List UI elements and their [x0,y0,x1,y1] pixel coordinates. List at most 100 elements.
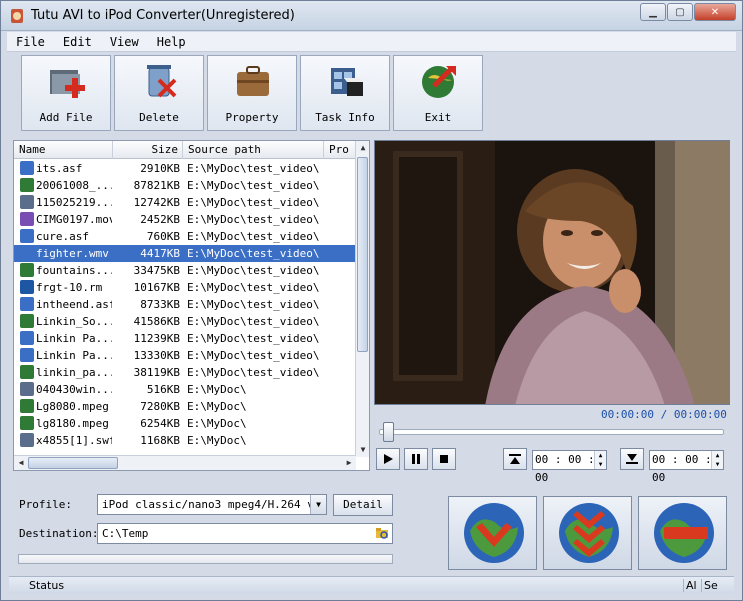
detail-button[interactable]: Detail [333,494,393,516]
chevron-down-icon[interactable]: ▼ [310,495,326,514]
file-size: 760KB [146,230,180,243]
table-row[interactable]: CIMG0197.mov 2452KB E:\MyDoc\test_video\ [14,211,356,228]
minimize-button[interactable]: ▁ [640,3,666,21]
file-source-path: E:\MyDoc\ [187,400,247,413]
exit-label: Exit [424,111,452,124]
pause-button[interactable] [404,448,428,470]
table-row[interactable]: intheend.asf 8733KB E:\MyDoc\test_video\ [14,296,356,313]
set-start-button[interactable] [503,448,527,470]
file-size: 41586KB [133,315,180,328]
table-row[interactable]: fighter.wmv 4417KB E:\MyDoc\test_video\ [14,245,356,262]
browse-folder-icon[interactable] [375,526,389,540]
file-name: its.asf [36,162,83,175]
file-source-path: E:\MyDoc\test_video\ [187,196,320,209]
status-panel-1: Al [683,579,703,592]
menu-edit[interactable]: Edit [54,35,101,49]
convert-all-button[interactable] [543,496,632,570]
table-row[interactable]: frgt-10.rm 10167KB E:\MyDoc\test_video\ [14,279,356,296]
table-row[interactable]: Linkin Pa... 13330KB E:\MyDoc\test_video\ [14,347,356,364]
table-row[interactable]: 20061008_... 87821KB E:\MyDoc\test_video\ [14,177,356,194]
file-name: linkin_pa... [36,366,112,379]
vertical-scroll-thumb[interactable] [357,157,368,352]
menu-help[interactable]: Help [148,35,195,49]
convert-button[interactable] [448,496,537,570]
property-icon [237,66,269,96]
file-name: intheend.asf [36,298,112,311]
close-button[interactable]: ✕ [694,3,736,21]
task-info-icon [331,68,363,96]
delete-icon [147,65,177,98]
wmv-file-icon [20,348,34,362]
qt-file-icon [20,382,34,396]
stop-convert-button[interactable] [638,496,727,570]
delete-label: Delete [139,111,179,124]
table-row[interactable]: 115025219... 12742KB E:\MyDoc\test_video\ [14,194,356,211]
scroll-left-icon[interactable]: ◀ [14,456,28,470]
scroll-down-icon[interactable]: ▼ [356,443,369,457]
rm-file-icon [20,263,34,277]
property-label: Property [225,111,279,124]
file-rows: its.asf 2910KB E:\MyDoc\test_video\ 2006100… [14,160,356,449]
close-icon: ✕ [710,6,720,18]
file-size: 12742KB [133,196,180,209]
stop-button[interactable] [432,448,456,470]
horizontal-scrollbar[interactable]: ◀ ▶ [14,455,356,470]
column-header-source-path[interactable]: Source path [183,141,324,159]
destination-field[interactable]: C:\Temp [97,523,393,544]
end-time-field[interactable]: 00 : 00 : 00 ▲ ▼ [649,450,724,484]
property-button[interactable]: Property [207,55,297,131]
task-info-button[interactable]: Task Info [300,55,390,131]
table-row[interactable]: x4855[1].swf 1168KB E:\MyDoc\ [14,432,356,449]
table-row[interactable]: its.asf 2910KB E:\MyDoc\test_video\ [14,160,356,177]
file-name: 040430win... [36,383,112,396]
play-button[interactable] [376,448,400,470]
vertical-scrollbar[interactable]: ▲ ▼ [355,141,369,457]
file-size: 516KB [146,383,180,396]
scroll-right-icon[interactable]: ▶ [342,456,356,470]
column-header-size[interactable]: Size [113,141,183,159]
table-row[interactable]: Lg8080.mpeg 7280KB E:\MyDoc\ [14,398,356,415]
table-row[interactable]: fountains... 33475KB E:\MyDoc\test_video\ [14,262,356,279]
conversion-progress-bar [18,554,393,564]
horizontal-scroll-thumb[interactable] [28,457,118,469]
menu-file[interactable]: File [7,35,54,49]
maximize-icon: ▢ [675,6,685,18]
table-row[interactable]: Linkin_So... 41586KB E:\MyDoc\test_video\ [14,313,356,330]
play-icon [384,454,393,464]
add-file-icon [50,70,85,98]
file-source-path: E:\MyDoc\test_video\ [187,349,320,362]
exit-button[interactable]: Exit [393,55,483,131]
profile-label: Profile: [19,498,72,511]
add-file-button[interactable]: Add File [21,55,111,131]
file-size: 87821KB [133,179,180,192]
status-bar: Status Al Se [9,576,734,594]
column-header-name[interactable]: Name [14,141,113,159]
table-row[interactable]: linkin_pa... 38119KB E:\MyDoc\test_video\ [14,364,356,381]
table-row[interactable]: lg8180.mpeg 6254KB E:\MyDoc\ [14,415,356,432]
profile-dropdown[interactable]: iPod classic/nano3 mpeg4/H.264 vidé ▼ [97,494,327,515]
file-list[interactable]: Name Size Source path Pro its.asf 2910KB E… [13,140,370,471]
column-header-profile[interactable]: Pro [324,141,356,159]
file-name: 20061008_... [36,179,112,192]
file-name: fountains... [36,264,112,277]
menu-view[interactable]: View [101,35,148,49]
delete-button[interactable]: Delete [114,55,204,131]
start-time-spinner[interactable]: ▲ ▼ [594,451,606,469]
file-source-path: E:\MyDoc\test_video\ [187,230,320,243]
rm-file-icon [20,416,34,430]
file-size: 38119KB [133,366,180,379]
title-bar[interactable]: Tutu AVI to iPod Converter(Unregistered)… [1,1,742,31]
start-time-field[interactable]: 00 : 00 : 00 ▲ ▼ [532,450,607,484]
set-end-button[interactable] [620,448,644,470]
file-source-path: E:\MyDoc\ [187,417,247,430]
rm-file-icon [20,365,34,379]
table-row[interactable]: Linkin Pa... 11239KB E:\MyDoc\test_video\ [14,330,356,347]
end-time-spinner[interactable]: ▲ ▼ [711,451,723,469]
file-size: 7280KB [140,400,180,413]
seek-bar[interactable] [379,429,724,435]
maximize-button[interactable]: ▢ [667,3,693,21]
table-row[interactable]: cure.asf 760KB E:\MyDoc\test_video\ [14,228,356,245]
table-row[interactable]: 040430win... 516KB E:\MyDoc\ [14,381,356,398]
scroll-up-icon[interactable]: ▲ [356,141,369,155]
seek-handle[interactable] [383,422,394,442]
